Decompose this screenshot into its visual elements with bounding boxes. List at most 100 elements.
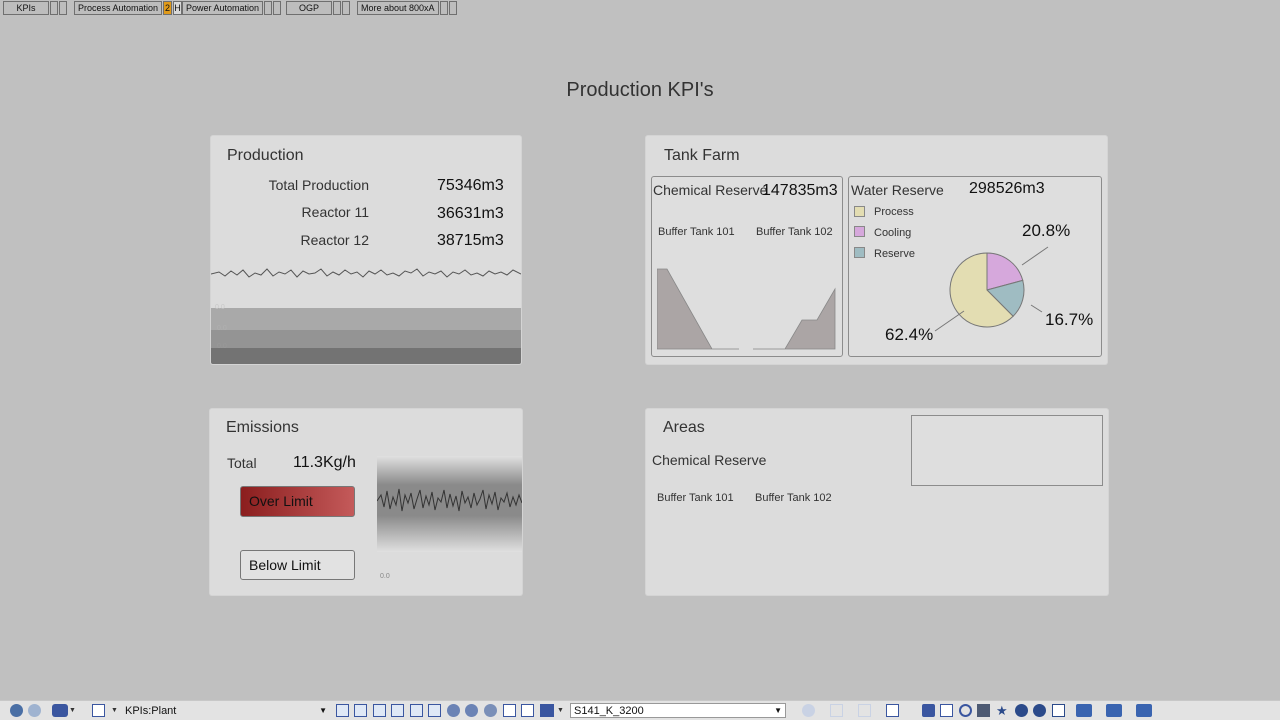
disabled-2-icon bbox=[830, 704, 843, 717]
tank-farm-title: Tank Farm bbox=[664, 147, 740, 164]
back-icon[interactable] bbox=[10, 704, 23, 717]
tank-farm-panel: Tank Farm Chemical Reserve 147835m3 Buff… bbox=[646, 136, 1107, 364]
alarm-count-badge[interactable]: 2 bbox=[163, 1, 173, 15]
view-combo[interactable]: KPIs:Plant ▼ bbox=[121, 703, 331, 718]
emissions-panel: Emissions Total 11.3Kg/h Over Limit Belo… bbox=[210, 409, 522, 595]
buffer-tank-101-label: Buffer Tank 101 bbox=[658, 226, 735, 238]
tab-ogp-toggle-a[interactable] bbox=[333, 1, 341, 15]
pie-label-reserve: 16.7% bbox=[1045, 310, 1094, 329]
folder-2-icon[interactable] bbox=[1106, 704, 1122, 717]
tab-kpis[interactable]: KPIs bbox=[3, 1, 49, 15]
emissions-trend-line bbox=[377, 488, 522, 512]
view-combo-arrow-icon[interactable]: ▼ bbox=[319, 704, 327, 718]
print-icon[interactable] bbox=[977, 704, 990, 717]
tab-kpis-group[interactable]: KPIs bbox=[3, 1, 67, 15]
total-production-value: 75346m3 bbox=[437, 177, 504, 194]
tab-ogp-toggle-b[interactable] bbox=[342, 1, 350, 15]
tool-4-icon[interactable] bbox=[391, 704, 404, 717]
areas-buffer-tank-101[interactable]: Buffer Tank 101 bbox=[657, 492, 734, 504]
view-combo-value: KPIs:Plant bbox=[125, 705, 177, 717]
pie-label-cooling: 20.8% bbox=[1022, 221, 1071, 240]
legend-reserve-swatch bbox=[854, 247, 865, 258]
gear-icon[interactable] bbox=[447, 704, 460, 717]
water-reserve-box: Water Reserve 298526m3 Process Cooling R… bbox=[848, 176, 1102, 357]
folder-3-icon[interactable] bbox=[1136, 704, 1152, 717]
close-box-icon[interactable] bbox=[521, 704, 534, 717]
legend-cooling-label: Cooling bbox=[874, 227, 912, 239]
production-panel: Production Total Production 75346m3 Reac… bbox=[211, 136, 521, 364]
emissions-axis-label: 0.0 bbox=[380, 573, 390, 580]
tab-power-automation[interactable]: Power Automation bbox=[182, 1, 264, 15]
tab-kpis-toggle-b[interactable] bbox=[59, 1, 67, 15]
band-label-2: 0.0 bbox=[217, 325, 227, 332]
tab-ogp-group[interactable]: OGP bbox=[286, 1, 350, 15]
areas-buffer-tank-102[interactable]: Buffer Tank 102 bbox=[755, 492, 832, 504]
tab-more-about-group[interactable]: More about 800xA bbox=[357, 1, 457, 15]
tab-more-toggle-b[interactable] bbox=[448, 1, 457, 15]
tab-kpis-toggle-a[interactable] bbox=[50, 1, 58, 15]
production-band-3 bbox=[211, 348, 521, 364]
tab-power-automation-group[interactable]: Power Automation bbox=[182, 1, 282, 15]
car-icon[interactable] bbox=[52, 704, 68, 717]
emissions-title: Emissions bbox=[226, 419, 299, 436]
close-icon[interactable] bbox=[1052, 704, 1065, 717]
tab-process-automation-group[interactable]: Process Automation 2 H bbox=[74, 1, 183, 15]
tool-1-icon[interactable] bbox=[336, 704, 349, 717]
tab-process-automation[interactable]: Process Automation bbox=[74, 1, 163, 15]
gear-2-icon[interactable] bbox=[465, 704, 478, 717]
tab-power-toggle-b[interactable] bbox=[273, 1, 282, 15]
chevron-down-icon[interactable]: ▼ bbox=[69, 704, 76, 717]
help-icon[interactable] bbox=[1033, 704, 1046, 717]
total-production-label: Total Production bbox=[268, 177, 369, 193]
object-combo[interactable]: S141_K_3200 ▼ bbox=[570, 703, 786, 718]
tool-7-icon[interactable] bbox=[503, 704, 516, 717]
reactor-12-value: 38715m3 bbox=[437, 232, 504, 249]
emissions-total-value: 11.3Kg/h bbox=[293, 454, 356, 471]
chemical-reserve-box: Chemical Reserve 147835m3 Buffer Tank 10… bbox=[651, 176, 843, 357]
star-icon[interactable]: ★ bbox=[996, 704, 1009, 717]
areas-title: Areas bbox=[663, 419, 705, 436]
window-icon[interactable] bbox=[92, 704, 105, 717]
band-label-1: 0.0 bbox=[215, 304, 225, 311]
buffer-tank-levels bbox=[657, 268, 836, 350]
tab-more-toggle-a[interactable] bbox=[439, 1, 448, 15]
over-limit-button[interactable]: Over Limit bbox=[240, 486, 355, 517]
reactor-11-label: Reactor 11 bbox=[301, 204, 369, 220]
reactor-11-value: 36631m3 bbox=[437, 205, 504, 222]
tab-more-about-800xa[interactable]: More about 800xA bbox=[357, 1, 439, 15]
buffer-tank-102-label: Buffer Tank 102 bbox=[756, 226, 833, 238]
chevron-down-icon-2[interactable]: ▼ bbox=[111, 704, 118, 717]
layout-icon[interactable] bbox=[940, 704, 953, 717]
below-limit-button[interactable]: Below Limit bbox=[240, 550, 355, 580]
tab-ogp[interactable]: OGP bbox=[286, 1, 332, 15]
production-band-2 bbox=[211, 330, 521, 348]
water-reserve-value: 298526m3 bbox=[969, 180, 1045, 197]
legend-process-label: Process bbox=[874, 206, 914, 218]
areas-preview-box bbox=[911, 415, 1103, 486]
folder-icon[interactable] bbox=[1076, 704, 1092, 717]
filter-icon[interactable] bbox=[540, 704, 554, 717]
object-combo-arrow-icon[interactable]: ▼ bbox=[774, 704, 782, 718]
tool-5-icon[interactable] bbox=[410, 704, 423, 717]
pie-label-process: 62.4% bbox=[885, 325, 934, 344]
lock-icon[interactable] bbox=[922, 704, 935, 717]
search-icon[interactable] bbox=[959, 704, 972, 717]
forward-icon[interactable] bbox=[28, 704, 41, 717]
tool-6-icon[interactable] bbox=[428, 704, 441, 717]
table-icon[interactable] bbox=[886, 704, 899, 717]
top-tab-bar: KPIs Process Automation 2 H Power Automa… bbox=[0, 0, 1280, 17]
tab-power-toggle-a[interactable] bbox=[264, 1, 273, 15]
disabled-1-icon bbox=[802, 704, 815, 717]
tool-2-icon[interactable] bbox=[354, 704, 367, 717]
water-reserve-label: Water Reserve bbox=[851, 182, 944, 198]
chemical-reserve-value: 147835m3 bbox=[762, 182, 838, 199]
gear-3-icon[interactable] bbox=[484, 704, 497, 717]
info-icon[interactable] bbox=[1015, 704, 1028, 717]
legend-cooling-swatch bbox=[854, 226, 865, 237]
hidden-badge[interactable]: H bbox=[173, 1, 183, 15]
tool-3-icon[interactable] bbox=[373, 704, 386, 717]
emissions-total-label: Total bbox=[227, 455, 257, 471]
chevron-down-icon-3[interactable]: ▼ bbox=[557, 704, 564, 717]
areas-chemical-reserve[interactable]: Chemical Reserve bbox=[652, 452, 766, 468]
water-reserve-pie bbox=[949, 252, 1025, 328]
